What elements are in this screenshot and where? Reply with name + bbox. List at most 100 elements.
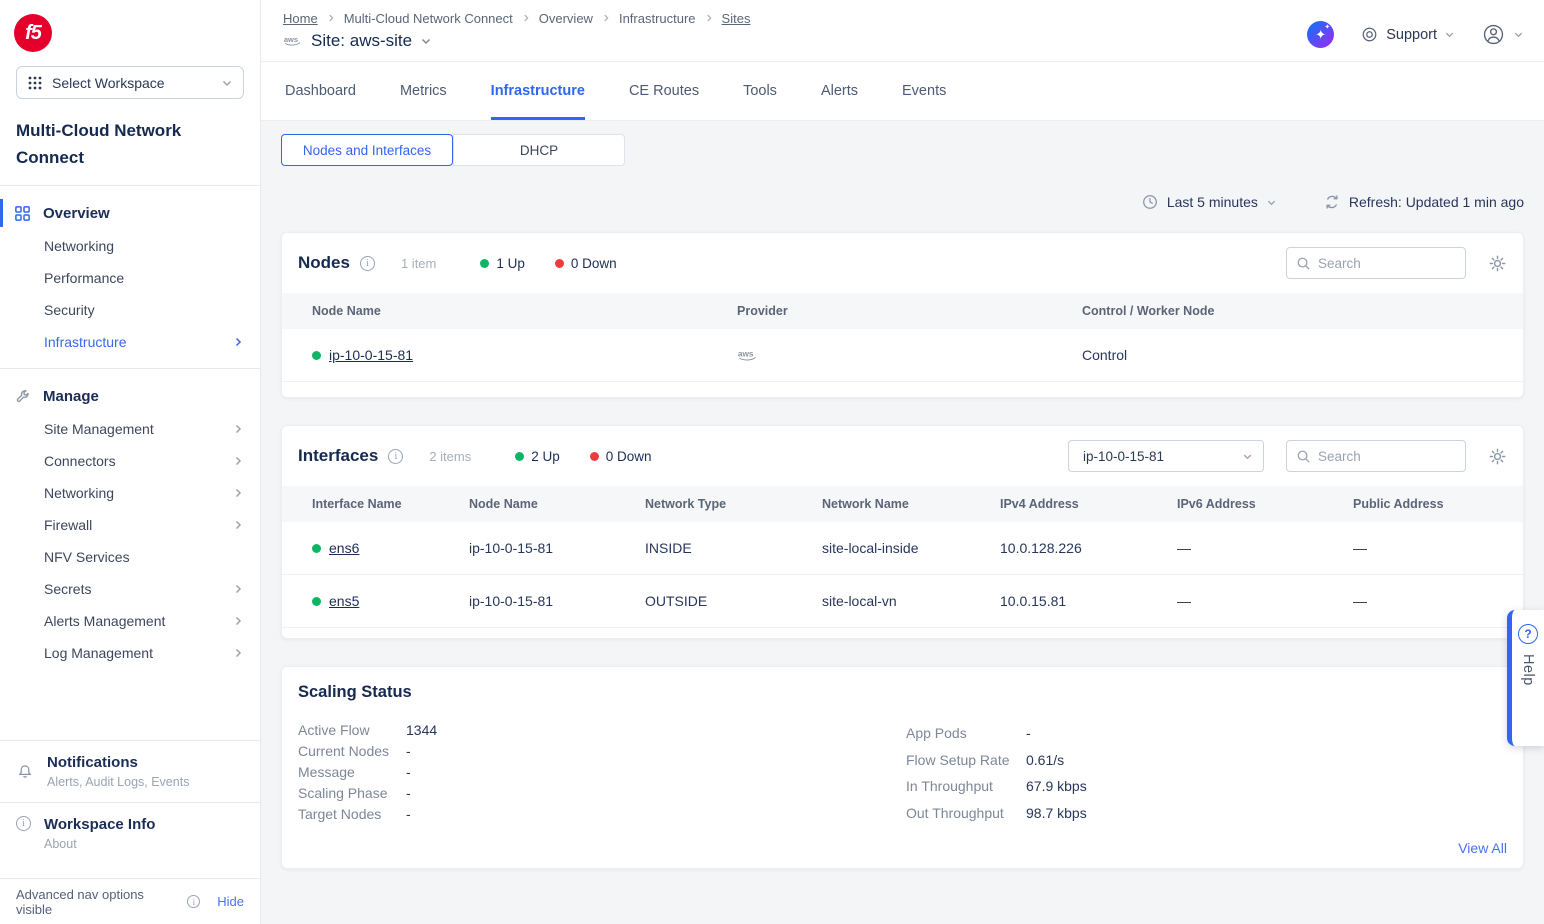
- info-icon: i: [187, 895, 200, 908]
- node-filter-select[interactable]: ip-10-0-15-81: [1068, 440, 1264, 472]
- scaling-left-column: Active Flow1344 Current Nodes- Message- …: [298, 720, 906, 826]
- column-header[interactable]: IPv4 Address: [1000, 486, 1177, 522]
- nodes-title: Nodes: [298, 253, 350, 273]
- search-icon: [1296, 256, 1311, 271]
- table-footer-pad: [282, 628, 1523, 638]
- workspace-selector[interactable]: Select Workspace: [16, 66, 244, 99]
- interfaces-up-status: 2 Up: [515, 449, 560, 464]
- tab-dashboard[interactable]: Dashboard: [285, 62, 356, 120]
- sidebar-item-label: Secrets: [44, 581, 91, 597]
- tab-tools[interactable]: Tools: [743, 62, 777, 120]
- sidebar-item-connectors[interactable]: Connectors: [0, 445, 260, 477]
- support-menu[interactable]: Support: [1360, 25, 1455, 44]
- scaling-right-column: App Pods- Flow Setup Rate0.61/s In Throu…: [906, 720, 1087, 826]
- column-header[interactable]: Node Name: [282, 293, 737, 329]
- sidebar-item-security[interactable]: Security: [0, 294, 260, 326]
- sidebar-item-notifications[interactable]: Notifications Alerts, Audit Logs, Events: [0, 740, 260, 802]
- interfaces-settings-gear-icon[interactable]: [1488, 447, 1507, 466]
- nodes-table-header: Node Name Provider Control / Worker Node: [282, 293, 1523, 329]
- interface-name-link[interactable]: ens6: [329, 540, 359, 556]
- ai-assistant-button[interactable]: ✦ ✦: [1307, 21, 1334, 48]
- time-range-selector[interactable]: Last 5 minutes: [1141, 193, 1277, 211]
- column-header[interactable]: Control / Worker Node: [1082, 293, 1523, 329]
- subtab-nodes-and-interfaces[interactable]: Nodes and Interfaces: [281, 134, 453, 166]
- breadcrumb-home[interactable]: Home: [283, 11, 318, 26]
- scaling-value: -: [406, 804, 411, 825]
- breadcrumb-sites[interactable]: Sites: [722, 11, 751, 26]
- subtab-dhcp[interactable]: DHCP: [453, 134, 625, 166]
- hide-link[interactable]: Hide: [217, 894, 244, 909]
- scaling-value: 67.9 kbps: [1026, 773, 1087, 800]
- help-tab[interactable]: ? Help: [1507, 610, 1544, 746]
- sidebar-item-secrets[interactable]: Secrets: [0, 573, 260, 605]
- chevron-down-icon: [221, 77, 233, 89]
- column-header[interactable]: Interface Name: [282, 486, 469, 522]
- scaling-status-card: Scaling Status Active Flow1344 Current N…: [281, 666, 1524, 869]
- view-all-link[interactable]: View All: [298, 840, 1507, 856]
- user-avatar-icon: [1481, 22, 1506, 47]
- chevron-down-icon: [1242, 451, 1253, 462]
- nodes-search: [1286, 247, 1466, 279]
- sidebar-item-label: Manage: [43, 388, 99, 405]
- sidebar-item-performance[interactable]: Performance: [0, 262, 260, 294]
- column-header[interactable]: Node Name: [469, 486, 645, 522]
- header-actions: ✦ ✦ Support: [1307, 8, 1524, 61]
- sidebar-item-workspace-info[interactable]: i Workspace Info About: [0, 802, 260, 864]
- down-status-dot: [555, 259, 564, 268]
- nodes-settings-gear-icon[interactable]: [1488, 254, 1507, 273]
- nodes-search-input[interactable]: [1318, 256, 1456, 271]
- chevron-right-icon: [232, 487, 244, 499]
- tab-events[interactable]: Events: [902, 62, 946, 120]
- workspace-selector-label: Select Workspace: [52, 75, 212, 91]
- chevron-right-icon: [232, 647, 244, 659]
- down-status-label: 0 Down: [571, 256, 617, 271]
- node-name-link[interactable]: ip-10-0-15-81: [329, 347, 413, 363]
- sidebar-item-alerts-management[interactable]: Alerts Management: [0, 605, 260, 637]
- sidebar-item-log-management[interactable]: Log Management: [0, 637, 260, 669]
- interfaces-search-input[interactable]: [1318, 449, 1456, 464]
- interface-name-link[interactable]: ens5: [329, 593, 359, 609]
- column-header[interactable]: IPv6 Address: [1177, 486, 1353, 522]
- sidebar-item-networking-manage[interactable]: Networking: [0, 477, 260, 509]
- user-account-menu[interactable]: [1481, 22, 1524, 47]
- overview-grid-icon: [14, 205, 31, 222]
- scaling-value: -: [406, 741, 411, 762]
- scaling-row: Flow Setup Rate0.61/s: [906, 747, 1087, 774]
- sidebar-item-firewall[interactable]: Firewall: [0, 509, 260, 541]
- info-icon[interactable]: i: [388, 449, 403, 464]
- scaling-row: In Throughput67.9 kbps: [906, 773, 1087, 800]
- refresh-button[interactable]: Refresh: Updated 1 min ago: [1323, 193, 1524, 211]
- info-icon[interactable]: i: [360, 256, 375, 271]
- overview-section: Overview Networking Performance Security…: [0, 186, 260, 368]
- sidebar-item-infrastructure[interactable]: Infrastructure: [0, 326, 260, 358]
- scaling-label: In Throughput: [906, 773, 1026, 800]
- sidebar-item-manage[interactable]: Manage: [0, 379, 260, 413]
- sidebar-item-site-management[interactable]: Site Management: [0, 413, 260, 445]
- tab-metrics[interactable]: Metrics: [400, 62, 447, 120]
- column-header[interactable]: Provider: [737, 293, 1082, 329]
- aws-provider-icon: aws: [737, 348, 759, 363]
- lifebuoy-icon: [1360, 25, 1379, 44]
- sidebar-item-overview[interactable]: Overview: [0, 196, 260, 230]
- tab-alerts[interactable]: Alerts: [821, 62, 858, 120]
- site-title-dropdown[interactable]: aws Site: aws-site: [283, 31, 750, 51]
- f5-logo[interactable]: f5: [14, 14, 52, 52]
- tab-infrastructure[interactable]: Infrastructure: [491, 62, 585, 120]
- interfaces-search: [1286, 440, 1466, 472]
- sidebar-item-label: Infrastructure: [44, 334, 126, 350]
- breadcrumb-mcn[interactable]: Multi-Cloud Network Connect: [344, 11, 513, 26]
- cell-node-name: ip-10-0-15-81: [469, 593, 553, 609]
- breadcrumb-overview[interactable]: Overview: [539, 11, 593, 26]
- chevron-right-icon: [232, 615, 244, 627]
- column-header[interactable]: Public Address: [1353, 486, 1523, 522]
- column-header[interactable]: Network Name: [822, 486, 1000, 522]
- nodes-card: Nodes i 1 item 1 Up 0 Down: [281, 232, 1524, 398]
- sidebar-item-nfv-services[interactable]: NFV Services: [0, 541, 260, 573]
- breadcrumb-separator-icon: [326, 13, 336, 23]
- column-header[interactable]: Network Type: [645, 486, 822, 522]
- sidebar-item-networking[interactable]: Networking: [0, 230, 260, 262]
- tab-ce-routes[interactable]: CE Routes: [629, 62, 699, 120]
- breadcrumb-infrastructure[interactable]: Infrastructure: [619, 11, 696, 26]
- sidebar-item-label: Performance: [44, 270, 124, 286]
- nodes-up-status: 1 Up: [480, 256, 525, 271]
